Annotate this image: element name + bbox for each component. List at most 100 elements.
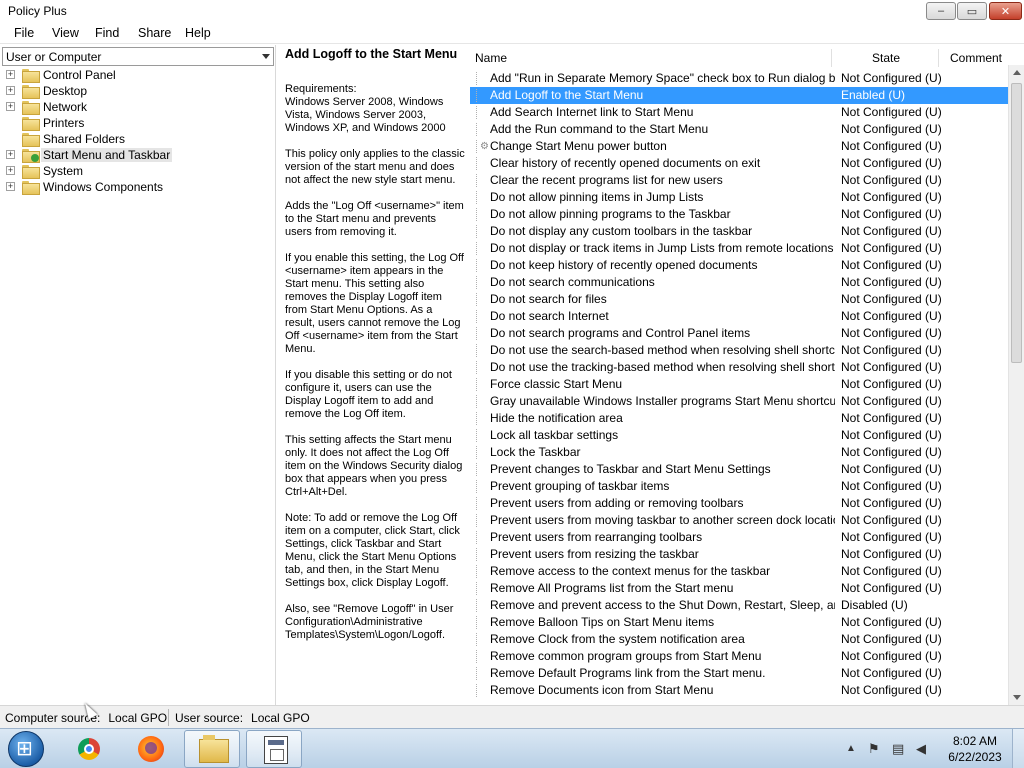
tree-node[interactable]: + Network — [0, 99, 276, 115]
policy-row[interactable]: Do not display or track items in Jump Li… — [470, 240, 1008, 257]
policy-setting-icon — [476, 310, 484, 323]
policy-row[interactable]: Prevent users from adding or removing to… — [470, 495, 1008, 512]
policy-state: Not Configured (U) — [841, 241, 942, 255]
menu-view[interactable]: View — [52, 26, 79, 40]
tree-node[interactable]: Shared Folders — [0, 131, 276, 147]
policy-row[interactable]: Do not display any custom toolbars in th… — [470, 223, 1008, 240]
policy-row[interactable]: Remove Balloon Tips on Start Menu items N… — [470, 614, 1008, 631]
minimize-button[interactable]: – — [926, 2, 956, 20]
policy-row[interactable]: Do not search for files Not Configured (U… — [470, 291, 1008, 308]
policy-row[interactable]: Do not search programs and Control Panel… — [470, 325, 1008, 342]
policy-row[interactable]: Do not use the search-based method when … — [470, 342, 1008, 359]
column-divider[interactable] — [831, 49, 832, 67]
network-icon[interactable]: ▤ — [892, 741, 904, 757]
scrollbar-thumb[interactable] — [1011, 83, 1022, 363]
policy-setting-icon — [476, 361, 484, 374]
folder-icon — [22, 101, 40, 115]
scope-dropdown[interactable]: User or Computer — [2, 47, 274, 66]
policy-row[interactable]: Lock the Taskbar Not Configured (U) — [470, 444, 1008, 461]
taskbar-chrome[interactable] — [60, 730, 116, 768]
expand-icon[interactable]: + — [6, 102, 15, 111]
policy-row[interactable]: Prevent users from moving taskbar to ano… — [470, 512, 1008, 529]
column-divider[interactable] — [938, 49, 939, 67]
start-button[interactable] — [8, 731, 44, 767]
show-hidden-icons-icon[interactable]: ▲ — [846, 743, 856, 754]
policy-row[interactable]: Gray unavailable Windows Installer progr… — [470, 393, 1008, 410]
policy-row[interactable]: Force classic Start Menu Not Configured (… — [470, 376, 1008, 393]
policy-row[interactable]: Remove Documents icon from Start Menu Not… — [470, 682, 1008, 699]
policy-setting-icon — [476, 599, 484, 612]
policy-name: Add Logoff to the Start Menu — [490, 88, 644, 102]
expand-icon[interactable]: + — [6, 150, 15, 159]
policy-setting-icon — [476, 259, 484, 272]
policy-row[interactable]: Do not keep history of recently opened d… — [470, 257, 1008, 274]
policy-row[interactable]: Prevent users from resizing the taskbar N… — [470, 546, 1008, 563]
policy-row[interactable]: Prevent grouping of taskbar items Not Con… — [470, 478, 1008, 495]
policy-row[interactable]: Clear the recent programs list for new u… — [470, 172, 1008, 189]
minimize-icon: – — [937, 5, 945, 17]
policy-row[interactable]: Hide the notification area Not Configured… — [470, 410, 1008, 427]
policy-setting-icon — [476, 667, 484, 680]
column-header-name[interactable]: Name — [475, 51, 507, 65]
menu-help[interactable]: Help — [185, 26, 211, 40]
policy-row[interactable]: Do not allow pinning programs to the Tas… — [470, 206, 1008, 223]
policy-row[interactable]: ⚙ Change Start Menu power button Not Confi… — [470, 138, 1008, 155]
taskbar-policy-plus[interactable] — [246, 730, 302, 768]
maximize-button[interactable]: ▭ — [957, 2, 987, 20]
policy-row[interactable]: Remove common program groups from Start … — [470, 648, 1008, 665]
column-header-comment[interactable]: Comment — [950, 51, 1002, 65]
tree-node[interactable]: + Start Menu and Taskbar — [0, 147, 276, 163]
policy-row[interactable]: Remove access to the context menus for t… — [470, 563, 1008, 580]
policy-title: Add Logoff to the Start Menu — [285, 47, 458, 61]
expand-icon[interactable]: + — [6, 182, 15, 191]
policy-row[interactable]: Remove All Programs list from the Start … — [470, 580, 1008, 597]
policy-state: Not Configured (U) — [841, 190, 942, 204]
expand-icon[interactable]: + — [6, 70, 15, 79]
policy-row[interactable]: Remove Default Programs link from the St… — [470, 665, 1008, 682]
policy-name: Add Search Internet link to Start Menu — [490, 105, 694, 119]
policy-name: Prevent users from resizing the taskbar — [490, 547, 699, 561]
scroll-up-icon[interactable] — [1013, 70, 1021, 75]
expand-icon[interactable]: + — [6, 166, 15, 175]
tree-node[interactable]: + Control Panel — [0, 67, 276, 83]
policy-row[interactable]: Remove and prevent access to the Shut Do… — [470, 597, 1008, 614]
policy-row[interactable]: Do not search Internet Not Configured (U) — [470, 308, 1008, 325]
system-clock[interactable]: 8:02 AM 6/22/2023 — [945, 733, 1005, 765]
policy-row[interactable]: Prevent users from rearranging toolbars N… — [470, 529, 1008, 546]
policy-row[interactable]: Do not allow pinning items in Jump Lists… — [470, 189, 1008, 206]
policy-row[interactable]: Add Logoff to the Start Menu Enabled (U) — [470, 87, 1008, 104]
tree-node[interactable]: + System — [0, 163, 276, 179]
column-header-state[interactable]: State — [872, 51, 900, 65]
scroll-down-icon[interactable] — [1013, 695, 1021, 700]
policy-setting-icon — [476, 548, 484, 561]
tree-node[interactable]: + Desktop — [0, 83, 276, 99]
expand-icon[interactable]: + — [6, 86, 15, 95]
policy-row[interactable]: Do not search communications Not Configur… — [470, 274, 1008, 291]
description-paragraph: If you enable this setting, the Log Off … — [285, 252, 464, 355]
show-desktop-button[interactable] — [1012, 729, 1024, 768]
policy-row[interactable]: Add the Run command to the Start Menu Not… — [470, 121, 1008, 138]
action-center-icon[interactable]: ⚑ — [868, 741, 880, 757]
taskbar-firefox[interactable] — [122, 730, 178, 768]
menu-share[interactable]: Share — [138, 26, 171, 40]
menu-file[interactable]: File — [14, 26, 34, 40]
policy-name: Do not display any custom toolbars in th… — [490, 224, 753, 238]
tree-node[interactable]: + Windows Components — [0, 179, 276, 195]
menu-find[interactable]: Find — [95, 26, 119, 40]
policy-row[interactable]: Clear history of recently opened documen… — [470, 155, 1008, 172]
policy-row[interactable]: Add Search Internet link to Start Menu No… — [470, 104, 1008, 121]
vertical-scrollbar[interactable] — [1008, 65, 1024, 705]
tree-node-label: Windows Components — [43, 180, 164, 194]
category-pane: User or Computer + Control Panel + Desktop +… — [0, 45, 276, 705]
policy-row[interactable]: Add "Run in Separate Memory Space" check… — [470, 70, 1008, 87]
volume-muted-icon[interactable]: ◀ — [916, 741, 926, 757]
policy-row[interactable]: Remove Clock from the system notificatio… — [470, 631, 1008, 648]
taskbar-file-explorer[interactable] — [184, 730, 240, 768]
close-button[interactable]: ✕ — [989, 2, 1022, 20]
policy-setting-icon — [476, 429, 484, 442]
policy-row[interactable]: Prevent changes to Taskbar and Start Men… — [470, 461, 1008, 478]
tree-node[interactable]: Printers — [0, 115, 276, 131]
policy-setting-icon — [476, 72, 484, 85]
policy-row[interactable]: Do not use the tracking-based method whe… — [470, 359, 1008, 376]
policy-row[interactable]: Lock all taskbar settings Not Configured … — [470, 427, 1008, 444]
